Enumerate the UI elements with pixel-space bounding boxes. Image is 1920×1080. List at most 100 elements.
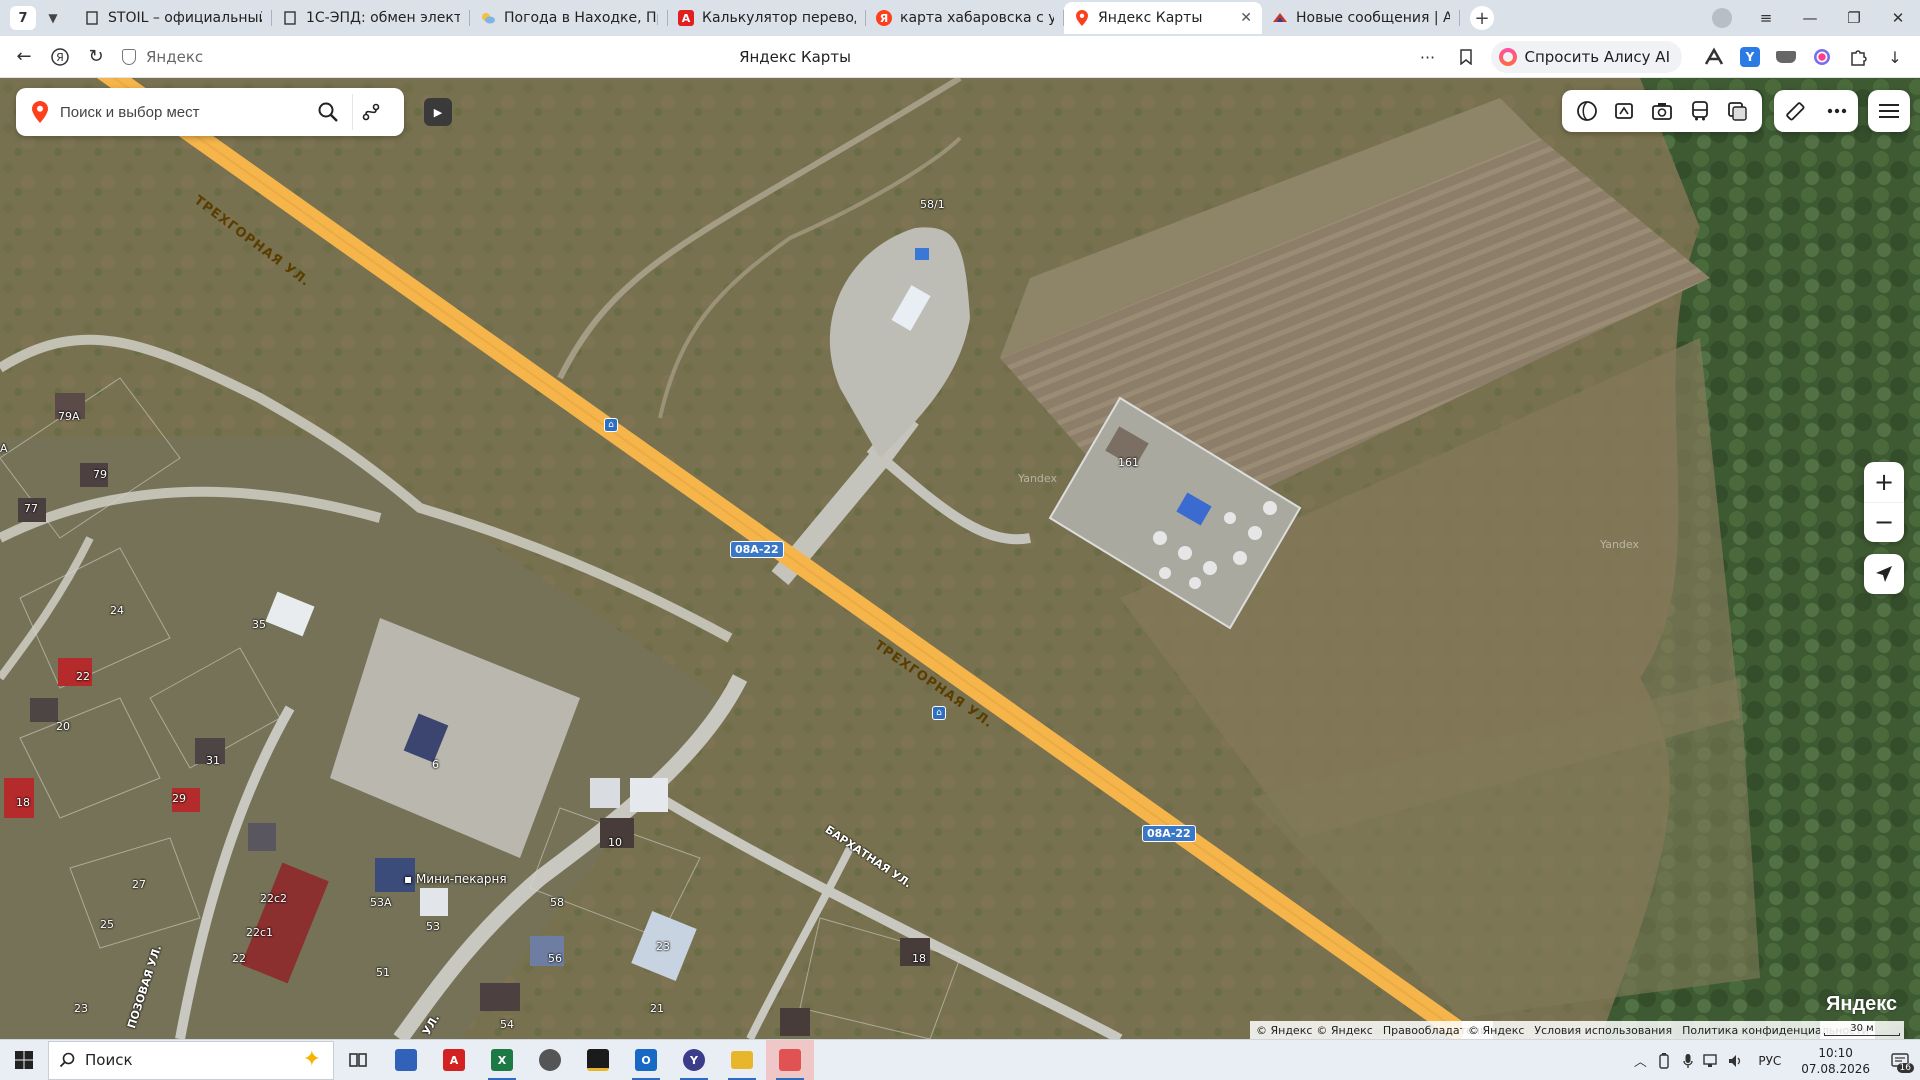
map-layers-icon[interactable] bbox=[1721, 95, 1753, 127]
main-menu-button[interactable] bbox=[1868, 90, 1910, 132]
house-number: 20 bbox=[56, 720, 70, 733]
yandex-browser-app[interactable]: Y bbox=[670, 1040, 718, 1080]
volume-icon[interactable] bbox=[1724, 1040, 1748, 1080]
search-icon bbox=[59, 1052, 75, 1068]
tab-1c-epd[interactable]: 1С-ЭПД: обмен электрон bbox=[272, 2, 470, 34]
extension-y-icon[interactable]: Y bbox=[1732, 41, 1768, 73]
search-button[interactable] bbox=[310, 94, 346, 130]
minimize-button[interactable]: — bbox=[1788, 0, 1832, 36]
browser-menu-button[interactable]: ≡ bbox=[1744, 0, 1788, 36]
site-name: Яндекс bbox=[146, 47, 204, 66]
house-number: 21 bbox=[650, 1002, 664, 1015]
poi-label: Мини-пекарня bbox=[415, 872, 507, 886]
chevron-up-icon[interactable]: ︿ bbox=[1628, 1040, 1652, 1080]
url-field[interactable]: Яндекс bbox=[122, 48, 203, 66]
tab-weather[interactable]: Погода в Находке, Примо bbox=[470, 2, 668, 34]
bus-stop-icon[interactable]: ⌂ bbox=[604, 418, 618, 432]
outlook-app[interactable]: O bbox=[622, 1040, 670, 1080]
acrobat-app[interactable]: A bbox=[430, 1040, 478, 1080]
extension-box-icon[interactable] bbox=[1768, 41, 1804, 73]
taskbar-search[interactable]: Поиск ✦ bbox=[48, 1040, 334, 1080]
map-view[interactable]: ТРЕХГОРНАЯ УЛ. ТРЕХГОРНАЯ УЛ. БАРХАТНАЯ … bbox=[0, 78, 1920, 1039]
map-watermark: Yandex bbox=[1018, 472, 1057, 485]
tab-title: 1С-ЭПД: обмен электрон bbox=[306, 10, 460, 26]
system-tray: ︿ РУС 10:10 07.08.2026 16 bbox=[1628, 1040, 1920, 1080]
download-icon[interactable]: ↓ bbox=[1876, 41, 1914, 73]
ruler-icon[interactable] bbox=[1779, 95, 1811, 127]
panorama-layer-icon[interactable] bbox=[1571, 95, 1603, 127]
back-button[interactable]: ← bbox=[6, 41, 42, 73]
transit-layer-icon[interactable] bbox=[1684, 95, 1716, 127]
bus-stop-icon[interactable]: ⌂ bbox=[932, 706, 946, 720]
zoom-out-button[interactable]: − bbox=[1864, 501, 1904, 543]
zoom-in-button[interactable]: + bbox=[1864, 462, 1904, 502]
poi-mini-bakery[interactable]: ▪ Мини-пекарня bbox=[404, 872, 507, 886]
microphone-icon[interactable] bbox=[1676, 1040, 1700, 1080]
tab-stoil[interactable]: STOIL – официальный ди bbox=[74, 2, 272, 34]
terms-link[interactable]: Условия использования bbox=[1534, 1024, 1672, 1037]
camera-app[interactable] bbox=[526, 1040, 574, 1080]
reload-button[interactable]: ↻ bbox=[78, 41, 114, 73]
house-number: 53 bbox=[426, 920, 440, 933]
calculator-icon: A bbox=[678, 10, 694, 26]
chevron-down-icon[interactable]: ▼ bbox=[40, 6, 66, 30]
explorer-app[interactable] bbox=[718, 1040, 766, 1080]
route-button[interactable] bbox=[352, 94, 388, 130]
house-number: 79 bbox=[93, 468, 107, 481]
store-icon bbox=[395, 1049, 417, 1071]
more-icon[interactable]: ··· bbox=[1409, 41, 1447, 73]
shield-icon bbox=[122, 48, 136, 65]
network-icon[interactable] bbox=[1700, 1040, 1724, 1080]
hamburger-icon bbox=[1879, 104, 1899, 118]
new-tab-button[interactable]: + bbox=[1470, 6, 1494, 30]
house-number: 23 bbox=[656, 940, 670, 953]
traffic-layer-icon[interactable] bbox=[1608, 95, 1640, 127]
weather-icon bbox=[480, 10, 496, 26]
notification-count-badge: 16 bbox=[1896, 1063, 1914, 1073]
close-icon[interactable]: ✕ bbox=[1240, 10, 1252, 26]
my-location-button[interactable] bbox=[1864, 554, 1904, 594]
page-title: Яндекс Карты bbox=[739, 47, 851, 66]
restore-button[interactable]: ❐ bbox=[1832, 0, 1876, 36]
yandex-logo[interactable]: Яндекс bbox=[1826, 993, 1897, 1016]
expand-sidebar-button[interactable]: ▶ bbox=[424, 98, 452, 126]
tab-amur-messages[interactable]: Новые сообщения | Амур bbox=[1262, 2, 1460, 34]
search-panel bbox=[16, 88, 404, 136]
tab-khabarovsk-map[interactable]: Я карта хабаровска с улица bbox=[866, 2, 1064, 34]
tab-calculator[interactable]: A Калькулятор перевода ку bbox=[668, 2, 866, 34]
task-view-button[interactable] bbox=[334, 1040, 382, 1080]
house-number: 25 bbox=[100, 918, 114, 931]
excel-app[interactable]: X bbox=[478, 1040, 526, 1080]
camera-icon bbox=[539, 1049, 561, 1071]
clock[interactable]: 10:10 07.08.2026 bbox=[1801, 1045, 1870, 1077]
tab-yandex-maps[interactable]: Яндекс Карты ✕ bbox=[1064, 2, 1262, 34]
yandex-home-button[interactable]: Я bbox=[42, 41, 78, 73]
photo-layer-icon[interactable] bbox=[1646, 95, 1678, 127]
anydesk-app[interactable] bbox=[766, 1039, 814, 1080]
house-number: 58/1 bbox=[920, 198, 945, 211]
close-window-button[interactable]: ✕ bbox=[1876, 0, 1920, 36]
house-number: 23 bbox=[74, 1002, 88, 1015]
house-number: 58 bbox=[550, 896, 564, 909]
bookmark-icon[interactable] bbox=[1447, 41, 1485, 73]
house-number: 27 bbox=[132, 878, 146, 891]
extension-tools-icon[interactable] bbox=[1696, 41, 1732, 73]
scale-bar: 30 м bbox=[1820, 1021, 1904, 1039]
extensions-puzzle-icon[interactable] bbox=[1840, 41, 1876, 73]
tab-title: карта хабаровска с улица bbox=[900, 10, 1054, 26]
extension-circle-icon[interactable] bbox=[1804, 41, 1840, 73]
satellite-imagery[interactable] bbox=[0, 78, 1920, 1039]
profile-button[interactable] bbox=[1700, 0, 1744, 36]
input-language[interactable]: РУС bbox=[1758, 1054, 1781, 1068]
search-input[interactable] bbox=[60, 103, 310, 121]
start-button[interactable] bbox=[0, 1040, 48, 1080]
battery-icon[interactable] bbox=[1652, 1040, 1676, 1080]
more-tools-icon[interactable] bbox=[1821, 95, 1853, 127]
outlook-icon: O bbox=[635, 1049, 657, 1071]
store-app[interactable] bbox=[382, 1040, 430, 1080]
pro-app[interactable] bbox=[574, 1040, 622, 1080]
ask-alice-label: Спросить Алису AI bbox=[1524, 48, 1671, 66]
notifications-button[interactable]: 16 bbox=[1880, 1040, 1920, 1080]
tab-count-button[interactable]: 7 bbox=[10, 6, 36, 30]
ask-alice-button[interactable]: Спросить Алису AI bbox=[1490, 41, 1682, 73]
